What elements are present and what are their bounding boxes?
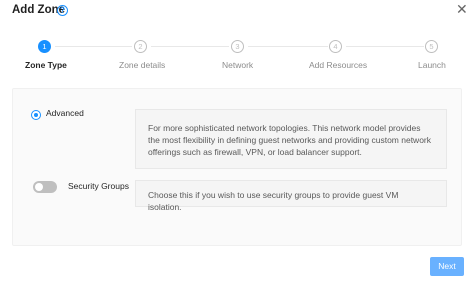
steps-bar: 1 2 3 4 5 Zone Type Zone details Network…: [0, 38, 474, 78]
zone-type-panel: Advanced For more sophisticated network …: [12, 88, 462, 246]
advanced-radio[interactable]: [31, 110, 41, 120]
close-icon[interactable]: ✕: [456, 2, 468, 16]
step-5-circle: 5: [425, 40, 438, 53]
advanced-label[interactable]: Advanced: [46, 108, 84, 118]
step-3-circle: 3: [231, 40, 244, 53]
next-button[interactable]: Next: [430, 257, 464, 276]
step-3-label: Network: [222, 60, 254, 70]
step-connector: [151, 46, 229, 47]
step-4-circle: 4: [329, 40, 342, 53]
step-5-label: Launch: [418, 60, 446, 70]
step-4-label: Add Resources: [309, 60, 368, 70]
step-connector: [248, 46, 328, 47]
security-groups-description: Choose this if you wish to use security …: [135, 180, 447, 212]
step-1-circle: 1: [38, 40, 51, 53]
security-groups-toggle[interactable]: [33, 181, 57, 193]
step-1-label: Zone Type: [25, 60, 67, 70]
advanced-description: For more sophisticated network topologie…: [135, 109, 447, 169]
step-connector: [55, 46, 132, 47]
security-groups-label: Security Groups: [68, 181, 129, 191]
toggle-knob: [35, 183, 43, 191]
modal-header: Add Zone ? ✕: [0, 0, 474, 24]
radio-dot: [34, 113, 38, 117]
question-circle-icon[interactable]: ?: [57, 5, 68, 16]
step-2-circle: 2: [134, 40, 147, 53]
step-connector: [346, 46, 424, 47]
step-2-label: Zone details: [119, 60, 166, 70]
